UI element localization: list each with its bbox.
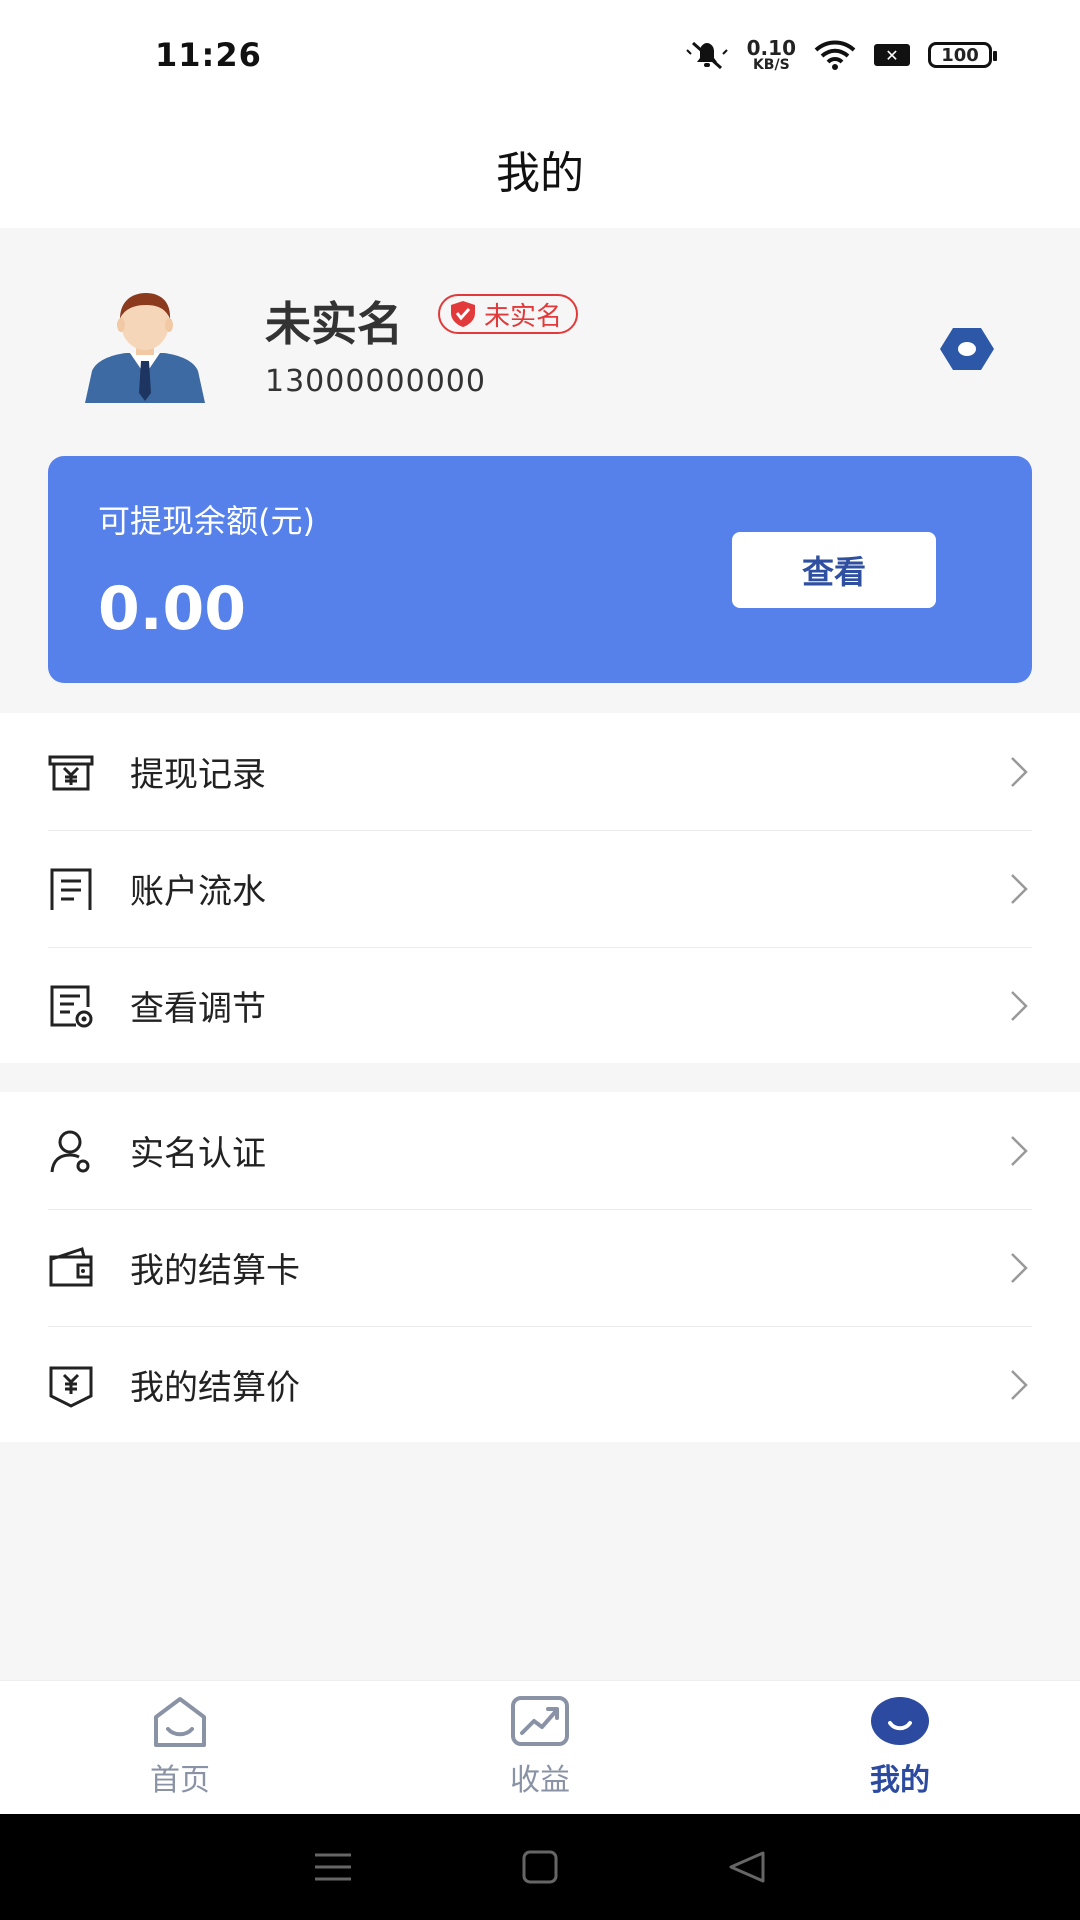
wallet-card-icon <box>49 1246 93 1286</box>
status-icons: 0.10 KB/S ✕ 100 <box>685 38 997 72</box>
screen: 11:26 0.10 KB/S ✕ 100 我的 未实名 未实名 1300000… <box>0 0 1080 1920</box>
page-title: 我的 <box>496 148 584 199</box>
home-icon <box>154 1697 206 1747</box>
menu-group-finance: 提现记录 账户流水 查看调节 <box>0 713 1080 1063</box>
system-nav-bar <box>0 1814 1080 1920</box>
chevron-right-icon <box>1011 1369 1028 1400</box>
verify-status-badge: 未实名 <box>438 294 579 334</box>
menu-label: 实名认证 <box>130 1134 266 1174</box>
menu-item-settlement-card[interactable]: 我的结算卡 <box>0 1209 1080 1326</box>
menu-lines-icon[interactable] <box>311 1849 355 1885</box>
balance-card: 可提现余额(元) 0.00 查看 <box>48 456 1032 683</box>
balance-value: 0.00 <box>98 574 247 644</box>
menu-item-settlement-price[interactable]: 我的结算价 <box>0 1326 1080 1443</box>
status-bar: 11:26 0.10 KB/S ✕ 100 <box>0 0 1080 110</box>
menu-label: 提现记录 <box>130 755 266 795</box>
profile-smile-icon <box>871 1697 929 1745</box>
chevron-right-icon <box>1011 1135 1028 1166</box>
menu-label: 查看调节 <box>130 989 266 1029</box>
withdraw-record-icon <box>48 755 94 790</box>
menu-item-adjust-view[interactable]: 查看调节 <box>0 947 1080 1064</box>
chevron-right-icon <box>1011 873 1028 904</box>
chevron-right-icon <box>1011 1252 1028 1283</box>
battery-level: 100 <box>941 44 979 66</box>
menu-item-withdraw-record[interactable]: 提现记录 <box>0 713 1080 830</box>
earnings-chart-icon <box>511 1696 569 1746</box>
settlement-price-icon <box>49 1366 93 1408</box>
wifi-icon <box>814 40 856 70</box>
user-verify-icon <box>50 1130 90 1172</box>
status-time: 11:26 <box>155 36 262 74</box>
user-name: 未实名 <box>265 297 403 351</box>
view-balance-button[interactable]: 查看 <box>732 532 936 608</box>
profile-section: 未实名 未实名 13000000000 可提现余额(元) 0.00 查看 <box>0 228 1080 713</box>
chevron-right-icon <box>1011 756 1028 787</box>
chevron-right-icon <box>1011 990 1028 1021</box>
account-flow-icon <box>50 868 92 910</box>
avatar[interactable] <box>80 283 210 403</box>
adjust-view-icon <box>50 985 93 1027</box>
user-phone: 13000000000 <box>265 364 486 399</box>
back-triangle-icon[interactable] <box>725 1849 769 1885</box>
shield-check-icon <box>451 301 475 327</box>
net-speed: 0.10 KB/S <box>747 38 796 72</box>
sim-x-icon: ✕ <box>874 44 910 66</box>
net-speed-unit: KB/S <box>752 57 790 73</box>
tab-label: 收益 <box>510 1763 570 1798</box>
tab-home[interactable]: 首页 <box>0 1681 360 1814</box>
battery-icon: 100 <box>928 42 997 68</box>
net-speed-value: 0.10 <box>746 36 796 60</box>
menu-label: 账户流水 <box>130 872 266 912</box>
tab-mine[interactable]: 我的 <box>720 1681 1080 1814</box>
balance-label: 可提现余额(元) <box>98 502 315 540</box>
menu-label: 我的结算卡 <box>130 1251 300 1291</box>
menu-group-account: 实名认证 我的结算卡 我的结算价 <box>0 1092 1080 1442</box>
menu-item-account-flow[interactable]: 账户流水 <box>0 830 1080 947</box>
menu-label: 我的结算价 <box>130 1368 300 1408</box>
bottom-tab-bar: 首页 收益 我的 <box>0 1680 1080 1814</box>
tab-earnings[interactable]: 收益 <box>360 1681 720 1814</box>
tab-label: 首页 <box>150 1763 210 1798</box>
settings-hex-icon[interactable] <box>936 318 998 380</box>
mute-bell-icon <box>685 41 728 70</box>
nav-bar: 我的 <box>0 110 1080 228</box>
tab-label: 我的 <box>870 1763 930 1798</box>
menu-item-real-name-verify[interactable]: 实名认证 <box>0 1092 1080 1209</box>
home-square-icon[interactable] <box>518 1849 562 1885</box>
verify-badge-label: 未实名 <box>484 301 563 332</box>
